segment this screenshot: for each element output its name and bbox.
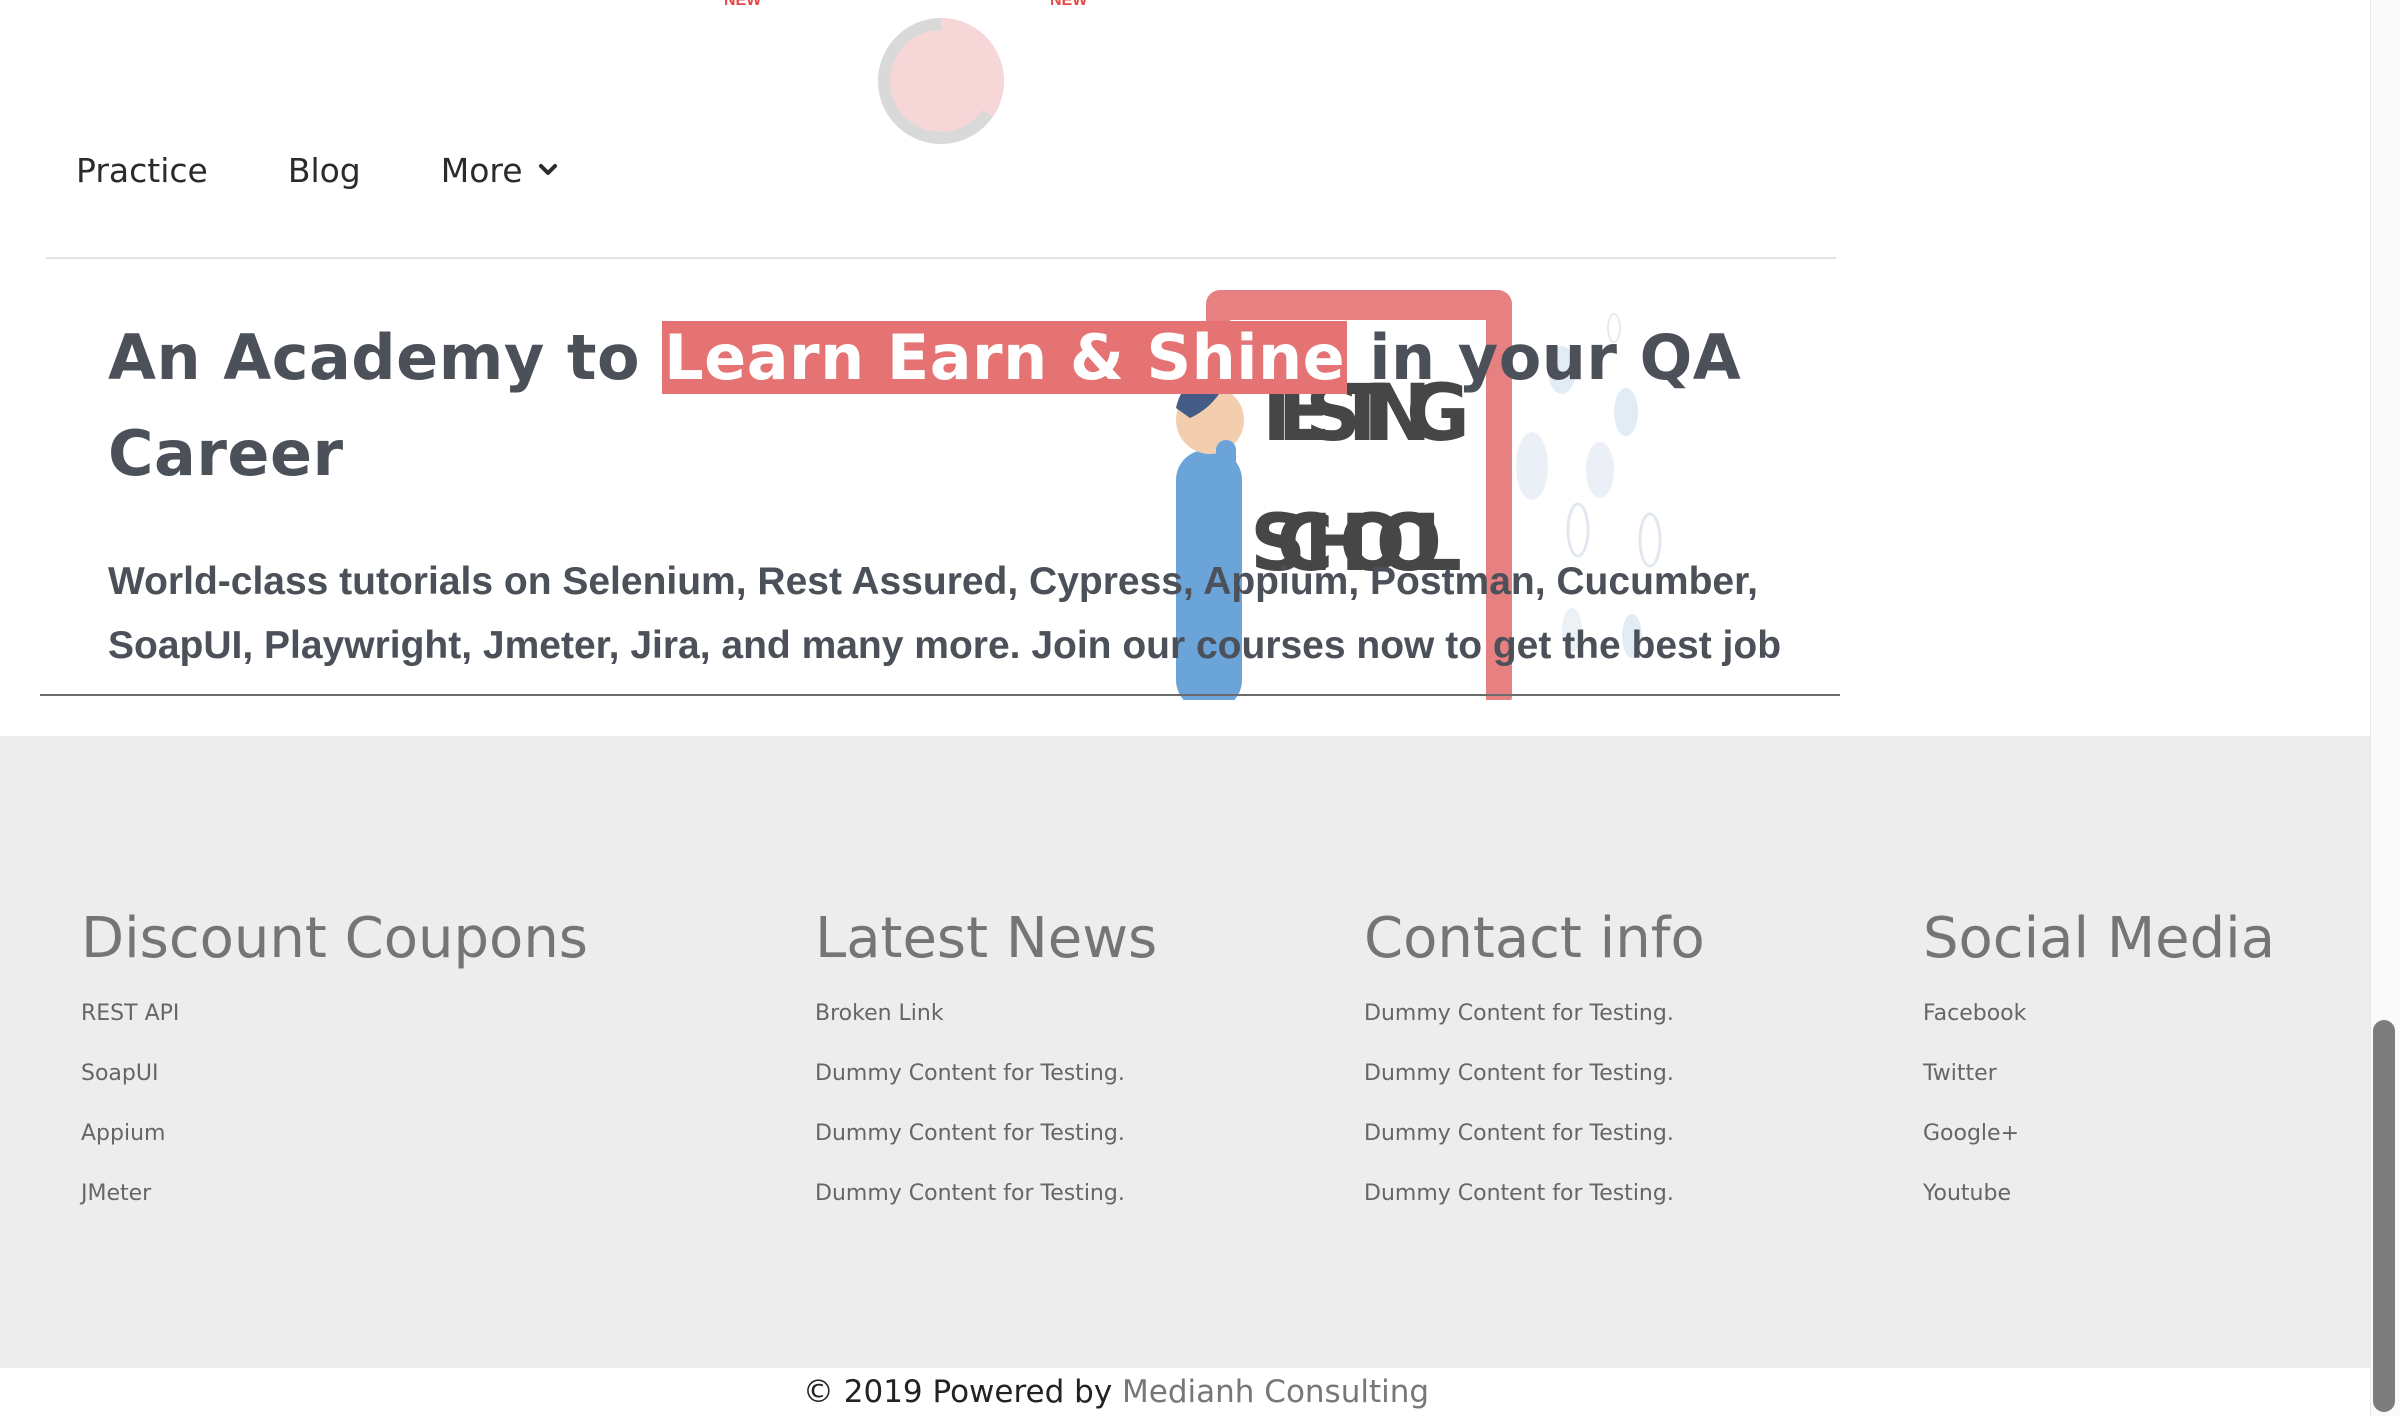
hero-section: TESTING SCHOOL An Academy to Learn Earn … [40,260,1840,700]
main-nav: Practice Blog More [76,140,639,200]
footer-link[interactable]: Dummy Content for Testing. [1364,1117,1705,1177]
footer-link[interactable]: Broken Link [815,997,1157,1057]
footer-column-coupons: Discount Coupons REST API SoapUI Appium … [81,906,588,1237]
footer-link-twitter[interactable]: Twitter [1923,1057,2275,1117]
footer-link[interactable]: REST API [81,997,588,1057]
hero-divider [40,694,1840,696]
nav-more-label: More [440,150,523,190]
footer-heading: Social Media [1923,906,2276,971]
footer-link-googleplus[interactable]: Google+ [1923,1117,2275,1177]
nav-practice-label: Practice [76,150,208,190]
loading-spinner-icon [878,18,1004,144]
nav-more[interactable]: More [441,151,559,190]
footer-link[interactable]: Dummy Content for Testing. [815,1057,1157,1117]
footer-link[interactable]: Dummy Content for Testing. [1364,997,1705,1057]
top-menu-remnant: NEW NEW [0,0,2370,12]
copyright-prefix: © 2019 Powered by [802,1374,1123,1410]
footer-link[interactable]: SoapUI [81,1057,588,1117]
footer-column-social: Social Media Facebook Twitter Google+ Yo… [1923,906,2275,1237]
footer-column-news: Latest News Broken Link Dummy Content fo… [815,906,1157,1237]
new-badge: NEW [1050,0,1088,9]
nav-blog[interactable]: Blog [288,151,361,190]
copyright-brand-link[interactable]: Medianh Consulting [1122,1374,1429,1410]
footer-link-facebook[interactable]: Facebook [1923,997,2275,1057]
hero-title-pre: An Academy to [108,321,663,394]
footer-link[interactable]: Appium [81,1117,588,1177]
nav-divider [46,257,1836,259]
footer-heading: Discount Coupons [81,906,588,971]
nav-practice[interactable]: Practice [76,151,208,190]
scrollbar-thumb[interactable] [2373,1020,2395,1412]
footer-link[interactable]: JMeter [81,1177,588,1237]
copyright: © 2019 Powered by Medianh Consulting [0,1368,2232,1416]
footer-heading: Latest News [815,906,1158,971]
footer-link-youtube[interactable]: Youtube [1923,1177,2275,1237]
footer-link[interactable]: Dummy Content for Testing. [1364,1177,1705,1237]
footer-link[interactable]: Dummy Content for Testing. [815,1117,1157,1177]
hero-title-highlight: Learn Earn & Shine [662,321,1348,394]
hero-title: An Academy to Learn Earn & Shine in your… [108,310,1768,502]
chevron-down-icon [538,164,557,175]
footer: Discount Coupons REST API SoapUI Appium … [0,736,2370,1368]
new-badge: NEW [724,0,762,9]
footer-link[interactable]: Dummy Content for Testing. [815,1177,1157,1237]
footer-link[interactable]: Dummy Content for Testing. [1364,1057,1705,1117]
footer-heading: Contact info [1364,906,1705,971]
footer-column-contact: Contact info Dummy Content for Testing. … [1364,906,1705,1237]
hero-subtitle: World-class tutorials on Selenium, Rest … [108,560,1782,667]
nav-blog-label: Blog [287,150,361,190]
